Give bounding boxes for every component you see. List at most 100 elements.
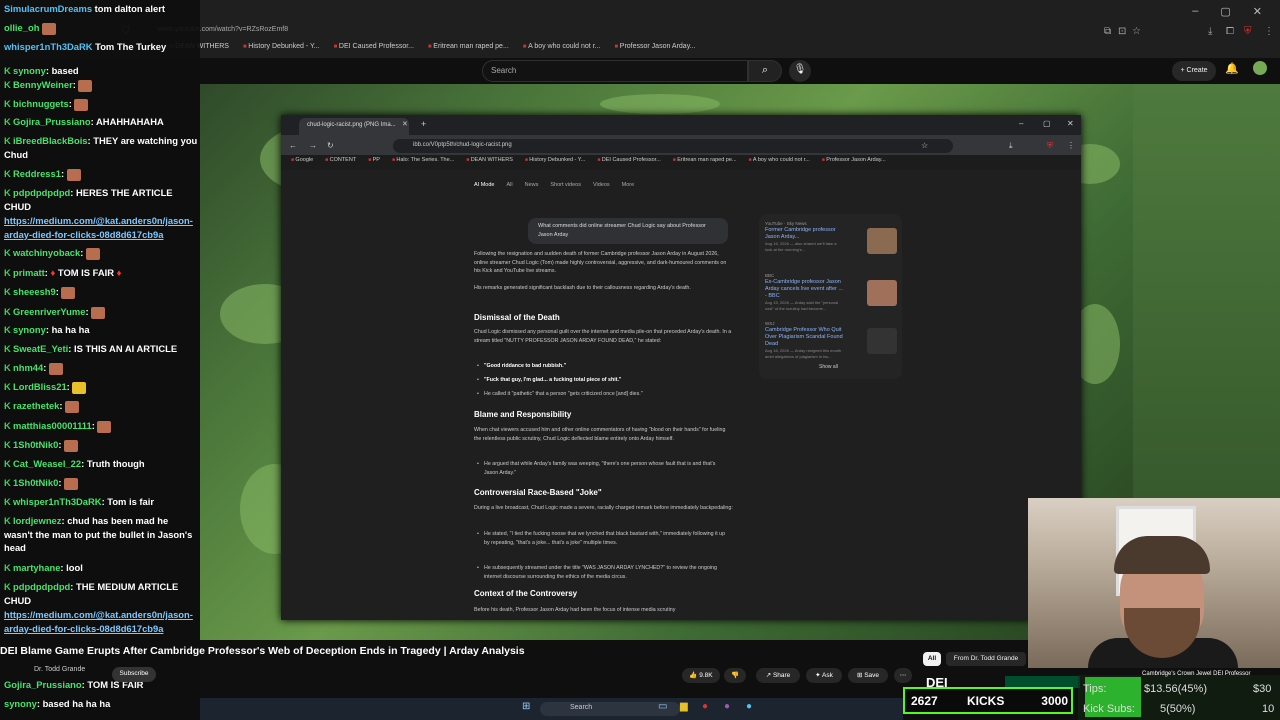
chat-message: Kpdpdpdpdpd: HERES THE ARTICLE CHUD [4, 187, 173, 212]
bookmark-item[interactable]: Eritrean man raped pe... [673, 157, 736, 163]
chat-link[interactable]: https://medium.com/@kat.anders0n/jason-a… [4, 214, 198, 241]
more-icon[interactable]: ⋯ [894, 668, 912, 683]
install-icon[interactable]: ⊡ [1118, 26, 1126, 37]
webcam-overlay [1028, 498, 1280, 668]
menu-icon[interactable]: ⋮ [1067, 141, 1075, 150]
browser-icon[interactable]: ● [702, 701, 708, 712]
new-tab-icon[interactable]: + [421, 119, 426, 129]
minimize-icon[interactable]: – [1192, 5, 1198, 17]
chat-message: K Reddress1: [4, 167, 198, 181]
bookmark-item[interactable]: History Debunked - Y... [525, 157, 585, 163]
like-button[interactable]: 👍 9.8K [682, 668, 720, 683]
tab-videos[interactable]: Videos [593, 182, 610, 188]
subscribe-button[interactable]: Subscribe [112, 667, 156, 682]
save-button[interactable]: ⊞ Save [848, 668, 888, 683]
close-icon[interactable]: ✕ [1253, 5, 1262, 18]
chat-message: Knhm44: [4, 361, 198, 375]
chat-message: Kmartyhane: lool [4, 562, 83, 573]
channel-name[interactable]: Dr. Todd Grande [34, 666, 85, 673]
cast-icon[interactable]: ⧉ [1104, 26, 1111, 37]
chat-message: ollie_oh [4, 21, 198, 35]
minimize-icon[interactable]: – [1019, 119, 1023, 128]
thumbnail [867, 228, 897, 254]
bookmark-item[interactable]: Professor Jason Arday... [822, 157, 886, 163]
back-icon[interactable]: ← [289, 141, 297, 150]
section-text: When chat viewers accused him and other … [474, 427, 726, 442]
subs-label: Kick Subs: [1083, 703, 1135, 715]
bell-icon[interactable]: 🔔 [1225, 62, 1239, 75]
ask-label: Ask [822, 672, 833, 679]
chat-message: Kpdpdpdpdpd: THE MEDIUM ARTICLE CHUD [4, 581, 179, 606]
bookmark-item[interactable]: CONTENT [325, 157, 357, 163]
chat-message: Ksynony: based [4, 65, 79, 76]
bookmark-item[interactable]: History Debunked - Y... [243, 43, 319, 55]
bookmark-item[interactable]: A boy who could not r... [523, 43, 600, 55]
section-heading: Controversial Race-Based "Joke" [474, 488, 602, 497]
sources-panel: YouTube · Sky News Former Cambridge prof… [759, 214, 902, 379]
forward-icon[interactable]: → [309, 141, 317, 150]
star-icon[interactable]: ☆ [1132, 26, 1141, 37]
search-icon[interactable]: ⌕ [748, 60, 782, 82]
shield-icon[interactable]: ⛨ [1244, 26, 1252, 37]
kicks-goal: 3000 [1041, 694, 1068, 708]
bookmark-item[interactable]: DEI Caused Professor... [597, 157, 661, 163]
task-view-icon[interactable]: ▭ [658, 701, 667, 712]
source-card[interactable]: YouTube · Sky News Former Cambridge prof… [765, 220, 897, 254]
share-button[interactable]: ↗ Share [756, 668, 800, 683]
bookmarks-bar: Google CONTENT PP Halo: The Series. The.… [291, 157, 886, 163]
tab-image[interactable]: chud-logic-racist.png (PNG Ima... [299, 118, 409, 135]
bookmark-item[interactable]: Professor Jason Arday... [614, 43, 696, 55]
maximize-icon[interactable]: ▢ [1220, 5, 1230, 18]
search-input[interactable]: Search [482, 60, 748, 82]
windows-start-icon[interactable]: ⊞ [522, 701, 530, 712]
download-icon[interactable]: ⤓ [1009, 141, 1013, 151]
chat-message: Ksheeesh9: [4, 285, 198, 299]
create-button[interactable]: + Create [1172, 61, 1216, 81]
tab-short-videos[interactable]: Short videos [550, 182, 581, 188]
tab-more[interactable]: More [622, 182, 635, 188]
chip-all[interactable]: All [923, 652, 941, 666]
address-bar[interactable]: ibb.co/V0ptp5th/chud-logic-racist.png [393, 139, 953, 153]
bookmark-item[interactable]: DEAN WITHERS [466, 157, 513, 163]
section-heading: Context of the Controversy [474, 589, 578, 598]
ask-button[interactable]: ✦ Ask [806, 668, 842, 683]
tab-news[interactable]: News [525, 182, 539, 188]
avatar[interactable] [1253, 61, 1267, 75]
chip-from-channel[interactable]: From Dr. Todd Grande [946, 652, 1026, 666]
list-item: He argued that while Arday's family was … [477, 460, 729, 477]
chat-link[interactable]: https://medium.com/@kat.anders0n/jason-a… [4, 608, 198, 635]
close-icon[interactable]: ✕ [1067, 119, 1074, 128]
obs-icon[interactable]: ● [724, 701, 730, 712]
bookmark-item[interactable]: PP [368, 157, 380, 163]
chat-message: SimulacrumDreams tom dalton alert [4, 3, 165, 14]
folder-icon[interactable]: ▆ [680, 701, 688, 712]
kicks-current: 2627 [911, 694, 938, 708]
tab-ai-mode[interactable]: AI Mode [474, 182, 494, 188]
section-text: Chud Logic dismissed any personal guilt … [474, 329, 732, 344]
section-heading: Dismissal of the Death [474, 313, 560, 322]
extensions-icon[interactable]: ⧠ [1226, 26, 1234, 37]
maximize-icon[interactable]: ▢ [1043, 119, 1051, 128]
tips-goal: $30 [1253, 683, 1272, 695]
section-text: Before his death, Professor Jason Arday … [474, 607, 676, 613]
tab-all[interactable]: All [506, 182, 512, 188]
subs-goal: 10 [1262, 703, 1275, 715]
bookmark-item[interactable]: Halo: The Series. The... [392, 157, 454, 163]
dislike-icon[interactable]: 👎 [724, 668, 746, 683]
app-icon[interactable]: ● [746, 701, 752, 712]
source-card[interactable]: BBC Ex-Cambridge professor Jason Arday c… [765, 272, 897, 311]
bookmark-item[interactable]: Eritrean man raped pe... [428, 43, 509, 55]
reload-icon[interactable]: ↻ [327, 141, 334, 150]
bookmark-item[interactable]: A boy who could not r... [749, 157, 810, 163]
mic-icon[interactable]: 🎙 [789, 60, 811, 82]
bookmark-item[interactable]: DEI Caused Professor... [334, 43, 414, 55]
star-icon[interactable]: ☆ [921, 141, 928, 150]
source-card[interactable]: WSJ Cambridge Professor Who Quit Over Pl… [765, 320, 897, 359]
bookmark-item[interactable]: Google [291, 157, 313, 163]
kicks-goal-widget: 2627 KICKS 3000 [903, 687, 1073, 714]
show-all-button[interactable]: Show all [819, 364, 838, 370]
shield-icon[interactable]: ⛨ [1047, 141, 1053, 151]
close-tab-icon[interactable]: ✕ [402, 120, 408, 128]
download-icon[interactable]: ⤓ [1208, 26, 1212, 37]
menu-icon[interactable]: ⋮ [1264, 26, 1274, 37]
